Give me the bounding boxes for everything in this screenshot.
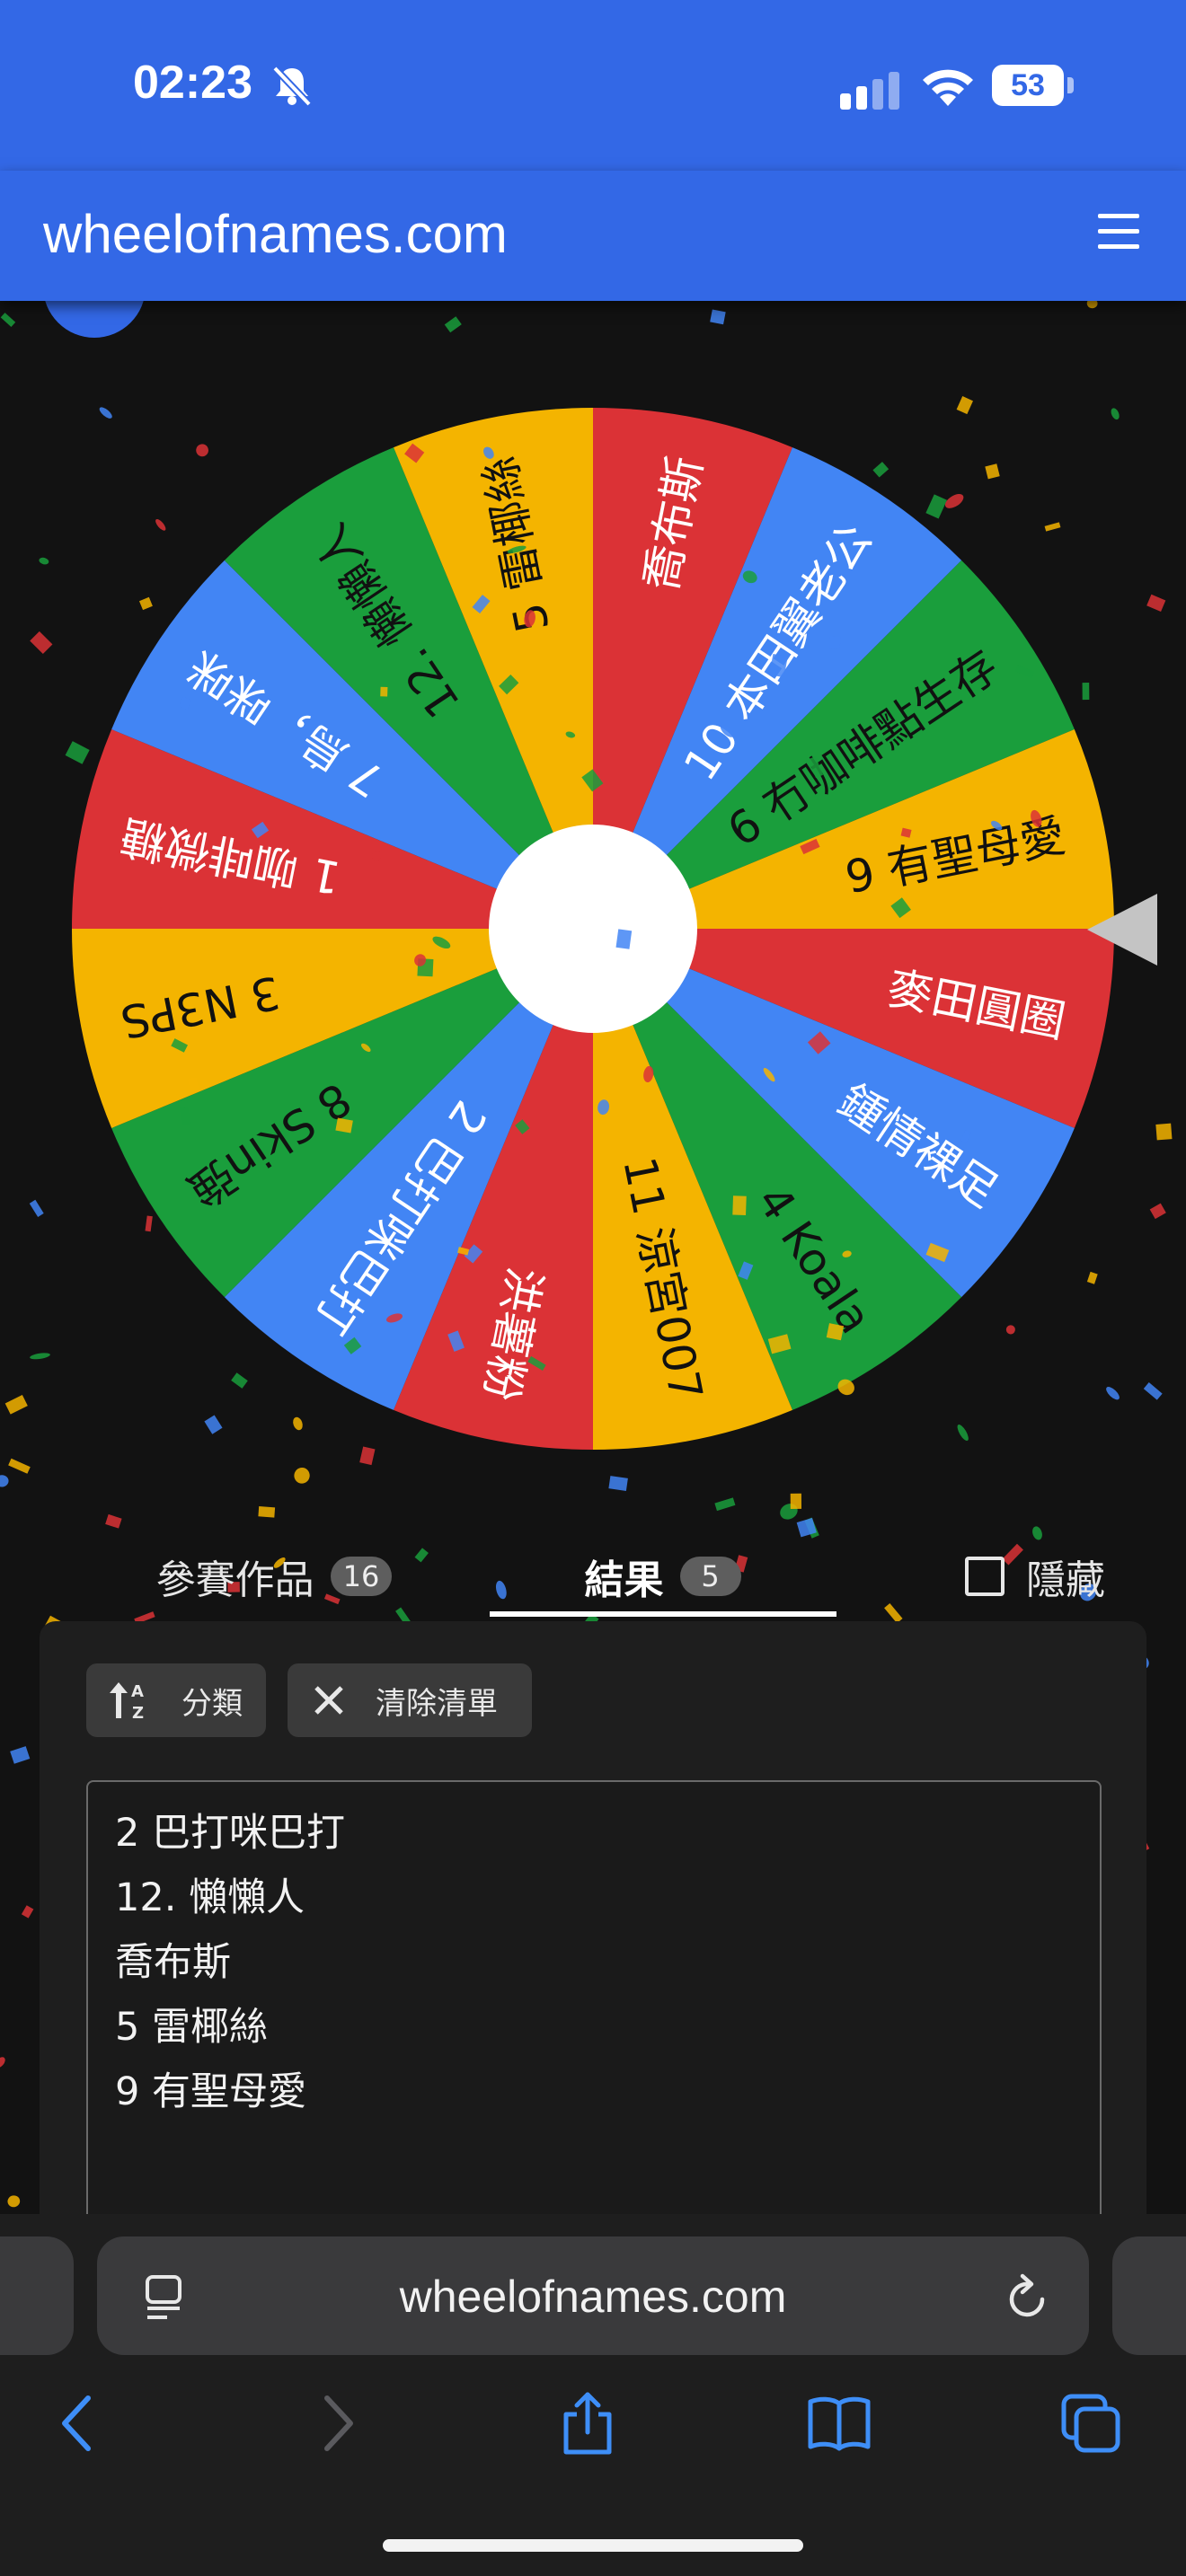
confetti-piece	[1146, 594, 1166, 612]
signal-icon	[840, 72, 899, 110]
confetti-piece	[1032, 1526, 1042, 1540]
url-text: wheelofnames.com	[399, 2272, 787, 2322]
tabs-icon[interactable]	[1058, 2391, 1123, 2456]
confetti-piece	[0, 313, 16, 327]
result-item: 12. 懶懶人	[115, 1875, 305, 1920]
confetti-piece	[30, 1353, 50, 1360]
confetti-piece	[294, 1467, 310, 1484]
battery-level: 53	[992, 65, 1064, 106]
confetti-piece	[714, 1497, 736, 1512]
confetti-piece	[710, 309, 726, 325]
status-bar: 02:23 53	[0, 0, 1186, 171]
app-bar: wheelofnames.com	[0, 171, 1186, 301]
home-indicator[interactable]	[383, 2539, 803, 2552]
close-icon	[314, 1686, 343, 1715]
confetti-piece	[884, 1603, 903, 1624]
hide-toggle[interactable]: 隱藏	[965, 1547, 1105, 1606]
tab-results-count: 5	[679, 1557, 741, 1596]
confetti-piece	[29, 1199, 44, 1217]
confetti-piece	[39, 557, 49, 565]
confetti-piece	[1155, 1123, 1173, 1141]
tab-entries[interactable]: 參賽作品 16	[126, 1527, 422, 1626]
next-tab-preview[interactable]	[1112, 2236, 1186, 2355]
hide-checkbox[interactable]	[965, 1557, 1005, 1596]
confetti-piece	[1149, 1203, 1166, 1220]
reload-icon[interactable]	[1005, 2272, 1051, 2321]
wifi-icon	[923, 69, 973, 106]
confetti-piece	[790, 1493, 802, 1509]
sort-button-label: 分類	[181, 1685, 243, 1722]
clear-list-label: 清除清單	[376, 1685, 498, 1722]
confetti-piece	[4, 1395, 28, 1415]
clear-list-button[interactable]: 清除清單	[288, 1663, 532, 1737]
confetti-piece	[0, 1475, 9, 1487]
confetti-piece	[444, 316, 462, 333]
confetti-piece	[105, 1513, 122, 1529]
tab-entries-count: 16	[330, 1557, 393, 1596]
forward-icon[interactable]	[304, 2391, 368, 2456]
address-bar[interactable]: wheelofnames.com	[97, 2236, 1089, 2355]
previous-tab-preview[interactable]	[0, 2236, 74, 2355]
share-icon[interactable]	[555, 2391, 620, 2456]
site-title[interactable]: wheelofnames.com	[43, 203, 508, 265]
confetti-piece	[258, 1506, 276, 1518]
svg-text:A: A	[131, 1682, 144, 1701]
confetti-piece	[0, 2057, 5, 2069]
bell-slash-icon	[272, 66, 312, 107]
svg-text:Z: Z	[132, 1704, 144, 1722]
wheel-pointer[interactable]	[1087, 894, 1157, 966]
bookmarks-icon[interactable]	[807, 2391, 872, 2456]
result-item: 喬布斯	[115, 1940, 231, 1985]
tab-entries-label: 參賽作品	[155, 1557, 314, 1603]
back-icon[interactable]	[47, 2391, 111, 2456]
confetti-piece	[608, 1476, 628, 1491]
confetti-piece	[7, 2195, 21, 2208]
sort-button[interactable]: A Z 分類	[86, 1663, 266, 1737]
confetti-piece	[10, 1746, 31, 1764]
confetti-piece	[8, 1458, 31, 1474]
status-time: 02:23	[133, 57, 252, 109]
tab-results-label: 結果	[584, 1557, 664, 1603]
confetti-piece	[21, 1905, 34, 1919]
confetti-piece	[1086, 301, 1098, 309]
result-item: 5 雷椰絲	[115, 2005, 269, 2050]
result-item: 9 有聖母愛	[115, 2069, 307, 2114]
confetti-piece	[1143, 1382, 1163, 1400]
battery-icon: 53	[992, 65, 1075, 106]
wheel-center[interactable]	[489, 825, 697, 1033]
confetti-piece	[30, 631, 53, 655]
confetti-piece	[780, 1504, 798, 1520]
wheel[interactable]: 喬布斯10 本田翼老公6 冇咖啡點生存9 有聖母愛麥田圓圈鍾情裸足4 Koala…	[70, 406, 1116, 1451]
active-tab-indicator	[490, 1611, 836, 1617]
hamburger-menu-icon[interactable]	[1098, 214, 1139, 255]
result-item: 2 巴打咪巴打	[115, 1811, 346, 1856]
hide-label: 隱藏	[1026, 1557, 1105, 1603]
sort-icon: A Z	[110, 1682, 144, 1722]
